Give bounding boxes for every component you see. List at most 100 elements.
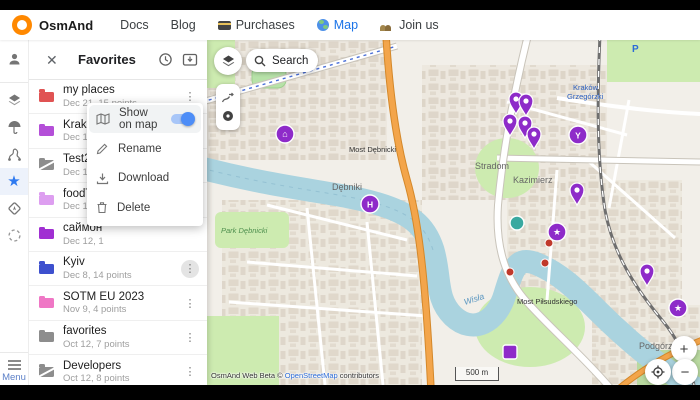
download-icon <box>96 172 109 185</box>
rail-item-plan-route[interactable] <box>0 222 28 249</box>
group-row-developers[interactable]: Developers Oct 12, 8 points ⋮ <box>28 355 207 385</box>
rail-item-configure-map[interactable] <box>0 87 28 114</box>
zoom-out-button[interactable]: − <box>672 359 698 385</box>
svg-text:★: ★ <box>674 303 682 313</box>
svg-text:Most Piłsudskiego: Most Piłsudskiego <box>517 297 577 306</box>
card-icon <box>218 21 231 30</box>
pencil-icon <box>96 142 109 155</box>
svg-text:H: H <box>367 199 373 209</box>
group-options-button[interactable]: ⋮ <box>181 328 199 346</box>
nav-link-map[interactable]: Map <box>308 14 367 36</box>
rail-item-tracks[interactable] <box>0 141 28 168</box>
folder-icon <box>39 332 54 342</box>
rail-item-navigation[interactable] <box>0 195 28 222</box>
nav-link-blog[interactable]: Blog <box>162 14 205 36</box>
nav-link-purchases[interactable]: Purchases <box>209 14 304 36</box>
menu-item-rename[interactable]: Rename <box>87 134 203 164</box>
group-name: Developers <box>63 360 130 372</box>
nav-link-join-us[interactable]: Join us <box>371 14 448 36</box>
group-meta: Oct 12, 7 points <box>63 339 130 350</box>
panel-title: Favorites <box>78 52 136 67</box>
globe-icon <box>317 19 329 31</box>
layers-icon <box>221 54 236 69</box>
layers-icon <box>7 93 22 108</box>
nav-link-label: Docs <box>120 18 148 32</box>
app-window: OsmAnd Docs Blog Purchases Map Join us <box>0 10 700 385</box>
panel-header-actions <box>158 52 198 67</box>
nav-link-label: Join us <box>399 18 439 32</box>
menu-item-label: Delete <box>117 202 150 214</box>
nav-link-label: Map <box>334 18 358 32</box>
navigation-diamond-icon <box>7 201 22 216</box>
group-name: SOTM EU 2023 <box>63 291 144 303</box>
search-label: Search <box>272 55 308 67</box>
close-icon[interactable]: ✕ <box>46 53 60 67</box>
group-options-button[interactable]: ⋮ <box>181 294 199 312</box>
trash-icon <box>96 201 108 214</box>
map-search-button[interactable]: Search <box>246 49 318 72</box>
svg-text:Stradom: Stradom <box>475 161 509 171</box>
svg-text:★: ★ <box>553 227 561 237</box>
dashed-circle-icon <box>7 228 22 243</box>
star-icon: ★ <box>7 174 20 189</box>
folder-icon <box>39 229 54 239</box>
brand-name: OsmAnd <box>39 18 93 33</box>
group-name: Kyiv <box>63 256 132 268</box>
group-meta: Nov 9, 4 points <box>63 304 144 315</box>
menu-item-download[interactable]: Download <box>87 164 203 194</box>
teal-poi-marker <box>510 216 524 230</box>
nav-link-label: Purchases <box>236 18 295 32</box>
crosshair-icon <box>651 365 665 379</box>
measure-route-icon <box>221 92 235 104</box>
group-options-button-active[interactable]: ⋮ <box>181 260 199 278</box>
osmand-brand[interactable]: OsmAnd <box>12 15 93 35</box>
svg-text:⌂: ⌂ <box>282 129 287 139</box>
nav-links: Docs Blog Purchases Map Join us <box>111 14 448 36</box>
menu-item-delete[interactable]: Delete <box>87 193 203 223</box>
map-layers-button[interactable] <box>214 47 242 75</box>
left-toolbar: ★ Menu <box>0 40 29 385</box>
people-icon <box>380 20 394 31</box>
favorites-panel-header: ✕ Favorites <box>28 40 207 80</box>
menu-item-label: Rename <box>118 143 161 155</box>
nav-link-docs[interactable]: Docs <box>111 14 157 36</box>
menu-item-label: Download <box>118 172 169 184</box>
menu-item-show-on-map[interactable]: Show on map <box>89 105 201 133</box>
import-icon[interactable] <box>182 52 198 67</box>
search-icon <box>254 55 266 67</box>
nav-link-label: Blog <box>171 18 196 32</box>
parking-poi: P <box>632 44 639 55</box>
openstreetmap-link[interactable]: OpenStreetMap <box>285 371 338 380</box>
rail-item-weather[interactable] <box>0 114 28 141</box>
history-icon[interactable] <box>158 52 173 67</box>
menu-item-label: Show on map <box>119 107 162 131</box>
svg-text:Y: Y <box>575 130 581 140</box>
group-row-sotm-eu-2023[interactable]: SOTM EU 2023 Nov 9, 4 points ⋮ <box>28 286 207 320</box>
rail-item-favorites[interactable]: ★ <box>0 168 28 195</box>
position-dot-icon <box>222 110 234 122</box>
folder-icon <box>39 298 54 308</box>
hamburger-icon <box>8 360 21 362</box>
folder-icon <box>39 92 54 102</box>
svg-text:Kraków: Kraków <box>573 83 599 92</box>
svg-text:Most Dębnicki: Most Dębnicki <box>349 145 396 154</box>
top-navbar: OsmAnd Docs Blog Purchases Map Join us <box>0 10 700 40</box>
group-context-menu: Show on map Rename Download Delete <box>87 103 203 226</box>
attribution-text: contributors <box>338 371 379 380</box>
group-name: favorites <box>63 325 130 337</box>
menu-label: Menu <box>0 372 28 383</box>
group-row-favorites[interactable]: favorites Oct 12, 7 points ⋮ <box>28 321 207 355</box>
group-meta: Dec 8, 14 points <box>63 270 132 281</box>
main-menu-button[interactable]: Menu <box>0 352 28 383</box>
map-tools-panel[interactable] <box>216 84 240 130</box>
map-scale-bar: 500 m <box>455 367 499 381</box>
map-canvas[interactable]: Most Dębnicki Dębniki Stradom Kazimierz … <box>207 40 700 385</box>
folder-hidden-icon <box>39 367 54 377</box>
show-on-map-toggle[interactable] <box>171 114 194 124</box>
group-options-button[interactable]: ⋮ <box>181 363 199 381</box>
rail-divider <box>0 82 28 83</box>
locate-me-button[interactable] <box>645 359 671 385</box>
rail-item-account[interactable] <box>0 40 28 78</box>
svg-text:Grzegórzki: Grzegórzki <box>567 92 604 101</box>
group-row-kyiv[interactable]: Kyiv Dec 8, 14 points ⋮ <box>28 252 207 286</box>
